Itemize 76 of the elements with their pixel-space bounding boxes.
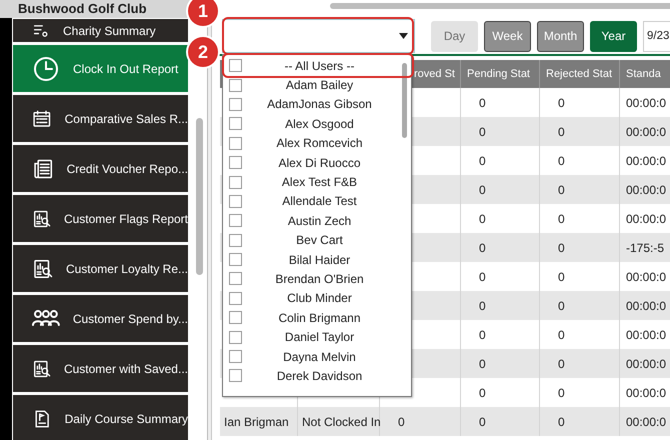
table-cell: 0 bbox=[461, 175, 540, 204]
table-cell: 00:00:0 bbox=[620, 291, 670, 320]
checkbox[interactable] bbox=[229, 311, 242, 324]
table-cell: 00:00:0 bbox=[620, 349, 670, 378]
scrollbar-thumb[interactable] bbox=[330, 3, 670, 9]
checkbox[interactable] bbox=[229, 156, 242, 170]
app-title: Bushwood Golf Club bbox=[18, 0, 147, 18]
checkbox[interactable] bbox=[229, 369, 242, 382]
table-cell: 0 bbox=[461, 349, 540, 378]
table-cell: 00:00:0 bbox=[620, 117, 670, 146]
table-cell: 0 bbox=[540, 117, 620, 146]
user-option[interactable]: Daniel Taylor bbox=[223, 327, 411, 347]
table-cell: Ian Brigman bbox=[220, 407, 298, 436]
table-cell: 0 bbox=[540, 233, 620, 262]
user-option[interactable]: Bilal Haider bbox=[223, 250, 411, 270]
scrollbar-thumb[interactable] bbox=[402, 63, 407, 138]
table-cell: 0 bbox=[461, 233, 540, 262]
checkbox[interactable] bbox=[229, 272, 242, 286]
table-cell: 0 bbox=[540, 407, 620, 436]
checkbox[interactable] bbox=[229, 350, 242, 364]
user-option[interactable]: Bev Cart bbox=[223, 230, 411, 250]
user-option[interactable]: Allendale Test bbox=[223, 192, 411, 212]
table-cell: 0 bbox=[380, 407, 461, 436]
user-option[interactable]: Brendan O'Brien bbox=[223, 269, 411, 289]
table-cell: 0 bbox=[461, 291, 540, 320]
checkbox[interactable] bbox=[229, 136, 242, 150]
checkbox[interactable] bbox=[229, 98, 242, 111]
sidebar-item[interactable]: Customer Flags Report bbox=[13, 195, 188, 242]
user-option[interactable]: Austin Zech bbox=[223, 211, 411, 231]
clock-icon bbox=[32, 54, 60, 82]
table-cell: 0 bbox=[461, 407, 540, 436]
user-option[interactable]: Alex Romcevich bbox=[223, 134, 411, 153]
user-option[interactable]: Dayna Melvin bbox=[223, 346, 411, 366]
table-cell: 0 bbox=[540, 175, 620, 204]
table-cell: 0 bbox=[540, 291, 620, 320]
table-cell: 00:00:0 bbox=[620, 175, 670, 204]
sidebar-item[interactable]: Credit Voucher Repo... bbox=[13, 145, 188, 192]
sidebar-item[interactable]: Comparative Sales R... bbox=[13, 95, 188, 142]
user-option[interactable]: Alex Di Ruocco bbox=[223, 152, 411, 172]
sidebar-item[interactable]: Charity Summary bbox=[13, 19, 188, 42]
checkbox[interactable] bbox=[229, 253, 242, 266]
checkbox[interactable] bbox=[229, 117, 242, 130]
sidebar-item[interactable]: Daily Course Summary bbox=[13, 395, 188, 440]
user-option[interactable]: Derek Davidson bbox=[223, 366, 411, 386]
user-option[interactable]: Alex Osgood bbox=[223, 114, 411, 134]
table-cell: -175:-5 bbox=[620, 233, 670, 262]
scrollbar-thumb[interactable] bbox=[196, 118, 203, 275]
table-cell: 00:00:0 bbox=[620, 407, 670, 436]
sidebar-item[interactable]: Customer with Saved... bbox=[13, 345, 188, 392]
user-option[interactable]: -- All Users -- bbox=[223, 56, 411, 76]
step-badge: 1 bbox=[188, 0, 218, 26]
table-cell: 0 bbox=[461, 117, 540, 146]
step-badge: 2 bbox=[188, 37, 218, 67]
checkbox[interactable] bbox=[229, 330, 242, 344]
table-cell: Not Clocked In bbox=[298, 407, 380, 436]
column-header: Rejected Stat bbox=[540, 60, 620, 88]
column-header: Standa bbox=[620, 60, 670, 88]
checkbox[interactable] bbox=[229, 78, 242, 92]
date-field[interactable]: 9/23 bbox=[643, 20, 670, 52]
sidebar-item[interactable]: Customer Loyalty Re... bbox=[13, 245, 188, 292]
checkbox[interactable] bbox=[229, 59, 242, 72]
checkbox[interactable] bbox=[229, 292, 242, 305]
user-option[interactable]: Alex Test F&B bbox=[223, 172, 411, 192]
column-header: Pending Stat bbox=[461, 60, 540, 88]
period-button[interactable]: Year bbox=[590, 20, 637, 52]
user-option[interactable]: AdamJonas Gibson bbox=[223, 94, 411, 114]
sidebar-item[interactable]: Clock In Out Report bbox=[13, 45, 188, 92]
table-cell: 0 bbox=[540, 349, 620, 378]
checkbox[interactable] bbox=[229, 176, 242, 189]
chevron-down-icon bbox=[399, 33, 408, 39]
sidebar-item[interactable]: Customer Spend by... bbox=[13, 295, 188, 342]
user-option[interactable]: Club Minder bbox=[223, 288, 411, 308]
user-option[interactable]: Colin Brigmann bbox=[223, 308, 411, 328]
checkbox[interactable] bbox=[229, 194, 242, 208]
checkbox[interactable] bbox=[229, 234, 242, 247]
checkbox[interactable] bbox=[229, 214, 242, 228]
